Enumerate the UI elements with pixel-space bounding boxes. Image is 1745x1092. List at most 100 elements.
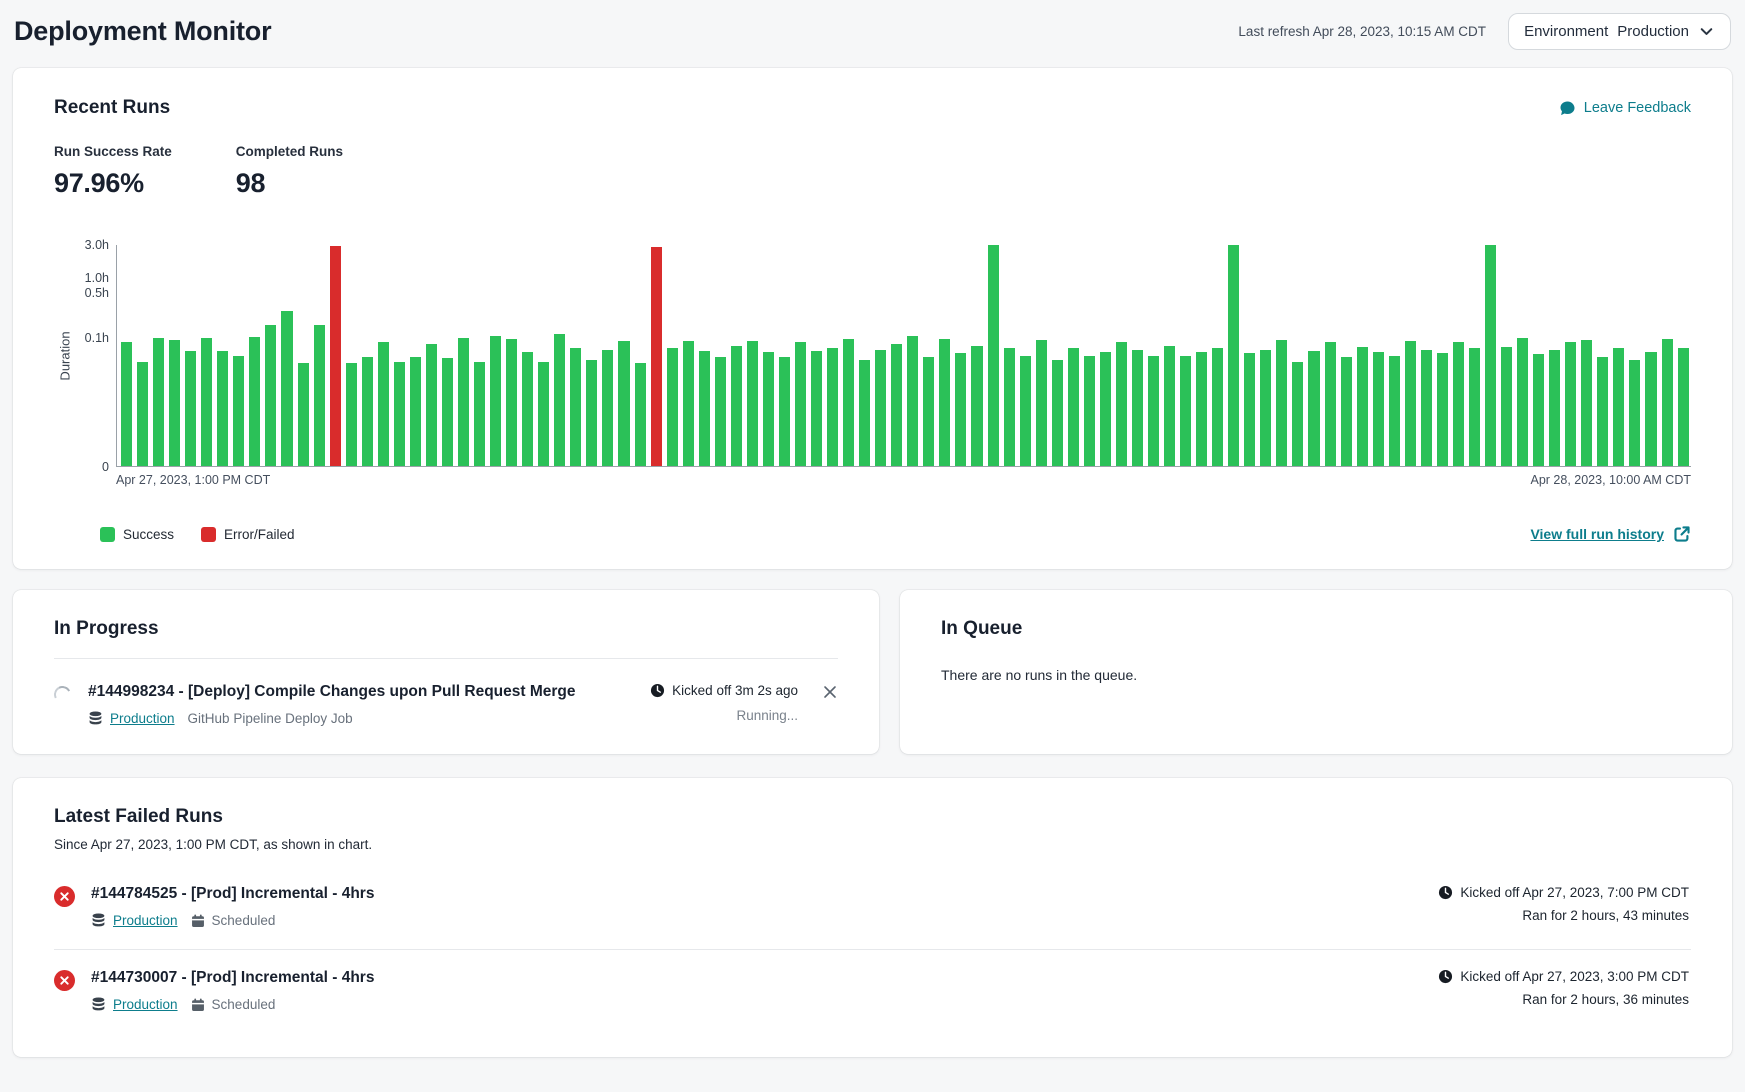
environment-link[interactable]: Production bbox=[113, 913, 178, 928]
chart-bar[interactable] bbox=[474, 362, 485, 466]
chart-bar[interactable] bbox=[827, 348, 838, 466]
chart-bar[interactable] bbox=[169, 340, 180, 466]
chart-bar[interactable] bbox=[217, 351, 228, 466]
chart-bar[interactable] bbox=[1629, 360, 1640, 466]
chart-bar[interactable] bbox=[538, 362, 549, 466]
chart-bar[interactable] bbox=[1485, 245, 1496, 466]
chart-bar[interactable] bbox=[1116, 342, 1127, 466]
chart-bar[interactable] bbox=[1068, 348, 1079, 466]
chart-bar[interactable] bbox=[265, 325, 276, 466]
chart-bar[interactable] bbox=[715, 357, 726, 466]
chart-bar[interactable] bbox=[570, 348, 581, 467]
chart-bar[interactable] bbox=[281, 311, 292, 466]
chart-bar[interactable] bbox=[522, 352, 533, 466]
chart-bar[interactable] bbox=[1437, 353, 1448, 466]
chart-bar[interactable] bbox=[763, 352, 774, 466]
chart-bar[interactable] bbox=[1565, 342, 1576, 466]
view-run-history-link[interactable]: View full run history bbox=[1530, 525, 1691, 543]
chart-bar[interactable] bbox=[314, 325, 325, 466]
chart-bar[interactable] bbox=[554, 334, 565, 466]
chart-bar[interactable] bbox=[1244, 353, 1255, 466]
chart-bar[interactable] bbox=[1084, 356, 1095, 466]
chart-bar[interactable] bbox=[1678, 348, 1689, 466]
chart-bar[interactable] bbox=[394, 362, 405, 466]
chart-bar[interactable] bbox=[1581, 340, 1592, 466]
chart-bar[interactable] bbox=[1517, 338, 1528, 466]
chart-bar[interactable] bbox=[1132, 350, 1143, 466]
leave-feedback-link[interactable]: Leave Feedback bbox=[1559, 100, 1691, 117]
chart-bar[interactable] bbox=[747, 341, 758, 466]
chart-bar[interactable] bbox=[1421, 350, 1432, 466]
chart-bar[interactable] bbox=[506, 339, 517, 466]
chart-bar[interactable] bbox=[1100, 352, 1111, 466]
chart-bar[interactable] bbox=[442, 358, 453, 466]
chart-bar[interactable] bbox=[795, 342, 806, 466]
chart-bar[interactable] bbox=[249, 337, 260, 466]
chart-bar[interactable] bbox=[1373, 352, 1384, 466]
chart-bar[interactable] bbox=[490, 336, 501, 466]
chart-bar[interactable] bbox=[1645, 352, 1656, 466]
chart-bar[interactable] bbox=[602, 350, 613, 466]
chart-bar[interactable] bbox=[1501, 347, 1512, 466]
chart-bar[interactable] bbox=[1357, 347, 1368, 466]
chart-bar[interactable] bbox=[1148, 356, 1159, 466]
chart-bar[interactable] bbox=[1228, 245, 1239, 466]
chart-bar[interactable] bbox=[667, 348, 678, 466]
chart-bar[interactable] bbox=[586, 360, 597, 466]
chart-bar[interactable] bbox=[1469, 348, 1480, 467]
chart-bar[interactable] bbox=[923, 357, 934, 466]
chart-bar[interactable] bbox=[1036, 340, 1047, 466]
chart-bar[interactable] bbox=[1180, 356, 1191, 466]
chart-bar[interactable] bbox=[875, 350, 886, 466]
environment-link[interactable]: Production bbox=[113, 997, 178, 1012]
chart-bar[interactable] bbox=[410, 357, 421, 466]
chart-bar[interactable] bbox=[330, 246, 341, 466]
chart-bar[interactable] bbox=[1196, 352, 1207, 466]
chart-bar[interactable] bbox=[811, 351, 822, 466]
chart-bar[interactable] bbox=[907, 336, 918, 466]
chart-bar[interactable] bbox=[1276, 340, 1287, 466]
chart-bar[interactable] bbox=[988, 245, 999, 466]
chart-bar[interactable] bbox=[1549, 350, 1560, 466]
chart-bar[interactable] bbox=[1341, 357, 1352, 466]
chart-bar[interactable] bbox=[1389, 356, 1400, 466]
chart-bar[interactable] bbox=[153, 338, 164, 466]
chart-bar[interactable] bbox=[891, 344, 902, 466]
chart-bar[interactable] bbox=[346, 363, 357, 466]
chart-bar[interactable] bbox=[137, 362, 148, 466]
chart-bar[interactable] bbox=[683, 341, 694, 466]
chart-bar[interactable] bbox=[731, 346, 742, 466]
chart-bar[interactable] bbox=[1308, 351, 1319, 466]
chart-bar[interactable] bbox=[618, 341, 629, 466]
chart-bar[interactable] bbox=[1004, 348, 1015, 467]
chart-bar[interactable] bbox=[1292, 362, 1303, 466]
chart-bar[interactable] bbox=[362, 357, 373, 466]
chart-bar[interactable] bbox=[233, 356, 244, 466]
chart-bar[interactable] bbox=[1533, 354, 1544, 466]
chart-bar[interactable] bbox=[1613, 348, 1624, 467]
chart-bar[interactable] bbox=[121, 342, 132, 466]
chart-bar[interactable] bbox=[955, 353, 966, 466]
chart-bar[interactable] bbox=[651, 247, 662, 466]
environment-select[interactable]: Environment Production bbox=[1508, 13, 1731, 50]
chart-bar[interactable] bbox=[1052, 360, 1063, 466]
chart-bar[interactable] bbox=[378, 342, 389, 466]
chart-bar[interactable] bbox=[1325, 342, 1336, 466]
chart-bar[interactable] bbox=[458, 338, 469, 466]
chart-bar[interactable] bbox=[635, 363, 646, 466]
chart-bar[interactable] bbox=[426, 344, 437, 466]
close-icon[interactable] bbox=[822, 684, 838, 700]
chart-bar[interactable] bbox=[1212, 348, 1223, 467]
chart-bar[interactable] bbox=[1662, 339, 1673, 466]
environment-link[interactable]: Production bbox=[110, 711, 175, 726]
chart-bar[interactable] bbox=[201, 338, 212, 466]
chart-bar[interactable] bbox=[1260, 350, 1271, 466]
chart-bar[interactable] bbox=[779, 357, 790, 466]
chart-bar[interactable] bbox=[185, 351, 196, 466]
chart-bar[interactable] bbox=[699, 351, 710, 466]
chart-bar[interactable] bbox=[843, 339, 854, 466]
chart-bar[interactable] bbox=[1453, 342, 1464, 466]
chart-bar[interactable] bbox=[298, 363, 309, 466]
chart-bar[interactable] bbox=[971, 346, 982, 466]
chart-bar[interactable] bbox=[1597, 357, 1608, 466]
